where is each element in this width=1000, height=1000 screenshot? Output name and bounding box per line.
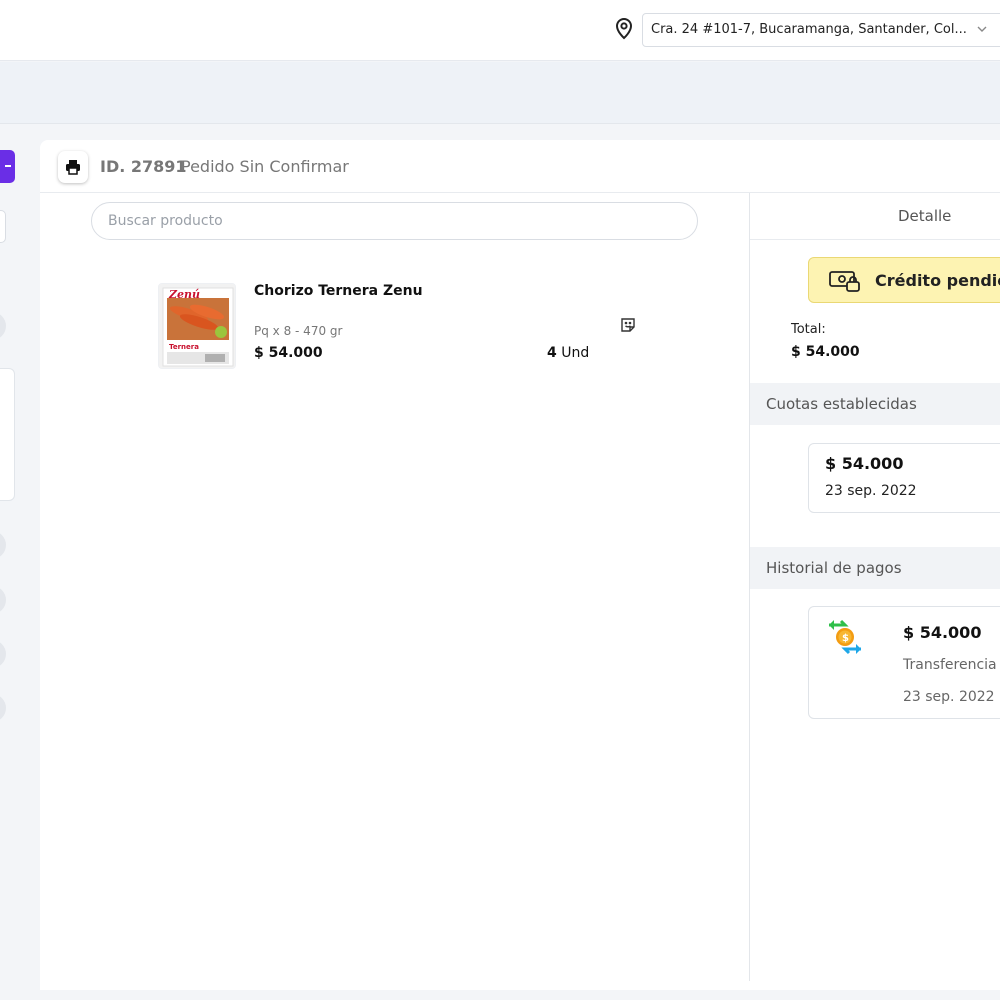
sub-header-bar bbox=[0, 62, 1000, 124]
product-quantity: 4 Und bbox=[547, 345, 589, 361]
chevron-down-icon[interactable] bbox=[975, 22, 989, 36]
payment-date: 23 sep. 2022 bbox=[903, 689, 995, 705]
detail-panel: Detalle Crédito pendie Total: $ 54.000 C… bbox=[750, 193, 1000, 990]
installment-card: $ 54.000 23 sep. 2022 bbox=[808, 443, 1000, 513]
printer-icon bbox=[66, 160, 80, 175]
payment-method: Transferencia bbox=[903, 657, 997, 673]
product-image-label: Ternera bbox=[169, 343, 199, 351]
address-text: Cra. 24 #101-7, Bucaramanga, Santander, … bbox=[651, 22, 967, 37]
product-brand-logo: Zenú bbox=[168, 288, 200, 301]
total-label: Total: bbox=[791, 322, 826, 337]
left-avatar[interactable] bbox=[0, 640, 6, 668]
tab-detail-label: Detalle bbox=[898, 207, 952, 225]
product-image: Zenú Ternera bbox=[158, 283, 236, 369]
left-avatar[interactable] bbox=[0, 312, 6, 340]
top-bar: Cra. 24 #101-7, Bucaramanga, Santander, … bbox=[0, 0, 1000, 61]
transfer-icon: $ bbox=[829, 619, 861, 655]
left-avatar[interactable] bbox=[0, 694, 6, 722]
credit-status-badge: Crédito pendie bbox=[808, 257, 1000, 303]
search-input[interactable] bbox=[91, 202, 698, 240]
left-avatar[interactable] bbox=[0, 586, 6, 614]
print-button[interactable] bbox=[58, 151, 88, 183]
note-icon[interactable] bbox=[619, 316, 637, 334]
payment-card: $ $ 54.000 Transferencia 23 sep. 2022 bbox=[808, 606, 1000, 719]
payments-header: Historial de pagos bbox=[750, 547, 1000, 589]
product-price: $ 54.000 bbox=[254, 345, 323, 361]
order-id: ID. 27891 bbox=[100, 157, 187, 176]
installments-header: Cuotas establecidas bbox=[750, 383, 1000, 425]
installments-title: Cuotas establecidas bbox=[766, 395, 917, 413]
order-header: ID. 27891 Pedido Sin Confirmar bbox=[40, 140, 1000, 193]
order-status: Pedido Sin Confirmar bbox=[181, 157, 349, 176]
product-item: Zenú Ternera Chorizo Ternera Zenu Pq x 8… bbox=[158, 283, 648, 371]
location-pin-icon bbox=[615, 18, 633, 40]
order-panel: ID. 27891 Pedido Sin Confirmar Zenú Tern… bbox=[40, 140, 1000, 990]
money-icon bbox=[829, 271, 860, 292]
payments-title: Historial de pagos bbox=[766, 559, 902, 577]
total-value: $ 54.000 bbox=[791, 344, 860, 360]
product-package: Pq x 8 - 470 gr bbox=[254, 324, 343, 338]
payment-amount: $ 54.000 bbox=[903, 623, 982, 642]
quantity-unit: Und bbox=[561, 345, 590, 361]
left-avatar[interactable] bbox=[0, 531, 6, 559]
tab-detail[interactable]: Detalle bbox=[750, 193, 1000, 240]
svg-text:$: $ bbox=[842, 633, 849, 644]
add-button[interactable] bbox=[0, 150, 15, 183]
installment-amount: $ 54.000 bbox=[825, 454, 904, 473]
quantity-value: 4 bbox=[547, 345, 557, 361]
left-order-card[interactable] bbox=[0, 368, 15, 501]
product-name: Chorizo Ternera Zenu bbox=[254, 283, 423, 299]
credit-status-text: Crédito pendie bbox=[875, 271, 1000, 290]
installment-date: 23 sep. 2022 bbox=[825, 483, 917, 499]
left-filter-input[interactable] bbox=[0, 210, 6, 243]
address-select[interactable]: Cra. 24 #101-7, Bucaramanga, Santander, … bbox=[642, 13, 1000, 47]
left-column bbox=[0, 124, 30, 1000]
